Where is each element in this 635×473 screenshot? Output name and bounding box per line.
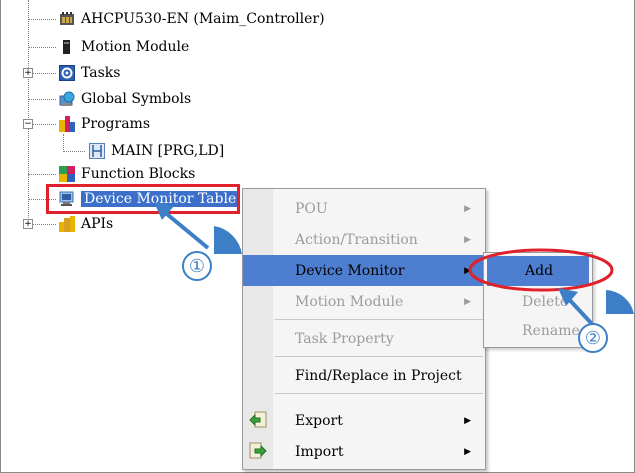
import-icon (249, 442, 267, 460)
tree-item-tasks[interactable]: Tasks (59, 62, 120, 84)
global-symbols-icon (59, 91, 75, 107)
tree-item-label: Global Symbols (81, 91, 192, 107)
menu-item-import[interactable]: Import ▶ (243, 436, 485, 467)
expand-apis-button[interactable]: + (23, 219, 33, 229)
collapse-programs-button[interactable]: − (23, 119, 33, 129)
tree-line (63, 134, 64, 152)
motion-module-icon (59, 39, 75, 55)
submenu-arrow-icon: ▶ (464, 296, 471, 307)
ladder-program-icon (89, 143, 105, 159)
submenu-arrow-icon: ▶ (464, 415, 471, 426)
callout-number-1: ① (182, 251, 212, 281)
menu-item-task-property[interactable]: Task Property (243, 323, 485, 354)
menu-separator (275, 393, 483, 394)
menu-item-label: Motion Module (295, 293, 404, 310)
menu-item-device-monitor[interactable]: Device Monitor ▶ (243, 255, 485, 286)
tree-item-label: MAIN [PRG,LD] (111, 143, 225, 159)
tree-line (28, 0, 29, 224)
callout-number-2: ② (578, 323, 608, 353)
tree-item-function-blocks[interactable]: Function Blocks (59, 163, 195, 185)
cpu-icon (59, 11, 75, 27)
tree-item-label: Tasks (81, 65, 121, 81)
submenu-arrow-icon: ▶ (464, 203, 471, 214)
submenu-arrow-icon: ▶ (464, 446, 471, 457)
tree-item-apis[interactable]: APIs (59, 213, 113, 235)
context-menu: POU ▶ Action/Transition ▶ Device Monitor… (242, 188, 486, 470)
tree-line (28, 174, 56, 175)
tree-line (28, 19, 56, 20)
tree-item-cpu[interactable]: AHCPU530-EN (Maim_Controller) (59, 8, 325, 30)
tree-item-label: Programs (81, 116, 151, 132)
menu-item-label: Action/Transition (295, 231, 418, 248)
apis-icon (59, 216, 75, 232)
tree-line (63, 151, 85, 152)
tree-line (28, 47, 56, 48)
tree-item-label: Motion Module (81, 39, 190, 55)
submenu-arrow-icon: ▶ (464, 234, 471, 245)
function-blocks-icon (59, 166, 75, 182)
menu-separator (275, 319, 483, 320)
menu-item-find-replace[interactable]: Find/Replace in Project (243, 360, 485, 391)
tree-line (28, 99, 56, 100)
tree-item-label: AHCPU530-EN (Maim_Controller) (81, 11, 325, 27)
menu-item-label: Device Monitor (295, 262, 405, 279)
menu-item-label: Import (295, 443, 344, 460)
tree-item-motion-module[interactable]: Motion Module (59, 36, 189, 58)
menu-item-action-transition[interactable]: Action/Transition ▶ (243, 224, 485, 255)
programs-icon (59, 116, 75, 132)
menu-item-pou[interactable]: POU ▶ (243, 193, 485, 224)
menu-item-label: Task Property (295, 330, 394, 347)
expand-tasks-button[interactable]: + (23, 68, 33, 78)
export-icon (249, 411, 267, 429)
menu-item-motion-module[interactable]: Motion Module ▶ (243, 286, 485, 317)
tree-item-label: Function Blocks (81, 166, 196, 182)
menu-item-label: Find/Replace in Project (295, 367, 462, 384)
tree-item-label: APIs (81, 216, 114, 232)
menu-item-label: POU (295, 200, 328, 217)
menu-item-export[interactable]: Export ▶ (243, 405, 485, 436)
menu-separator (275, 356, 483, 357)
tree-item-main-program[interactable]: MAIN [PRG,LD] (89, 140, 224, 162)
menu-item-label: Export (295, 412, 343, 429)
tree-item-programs[interactable]: Programs (59, 113, 150, 135)
tasks-icon (59, 65, 75, 81)
tree-item-global-symbols[interactable]: Global Symbols (59, 88, 191, 110)
